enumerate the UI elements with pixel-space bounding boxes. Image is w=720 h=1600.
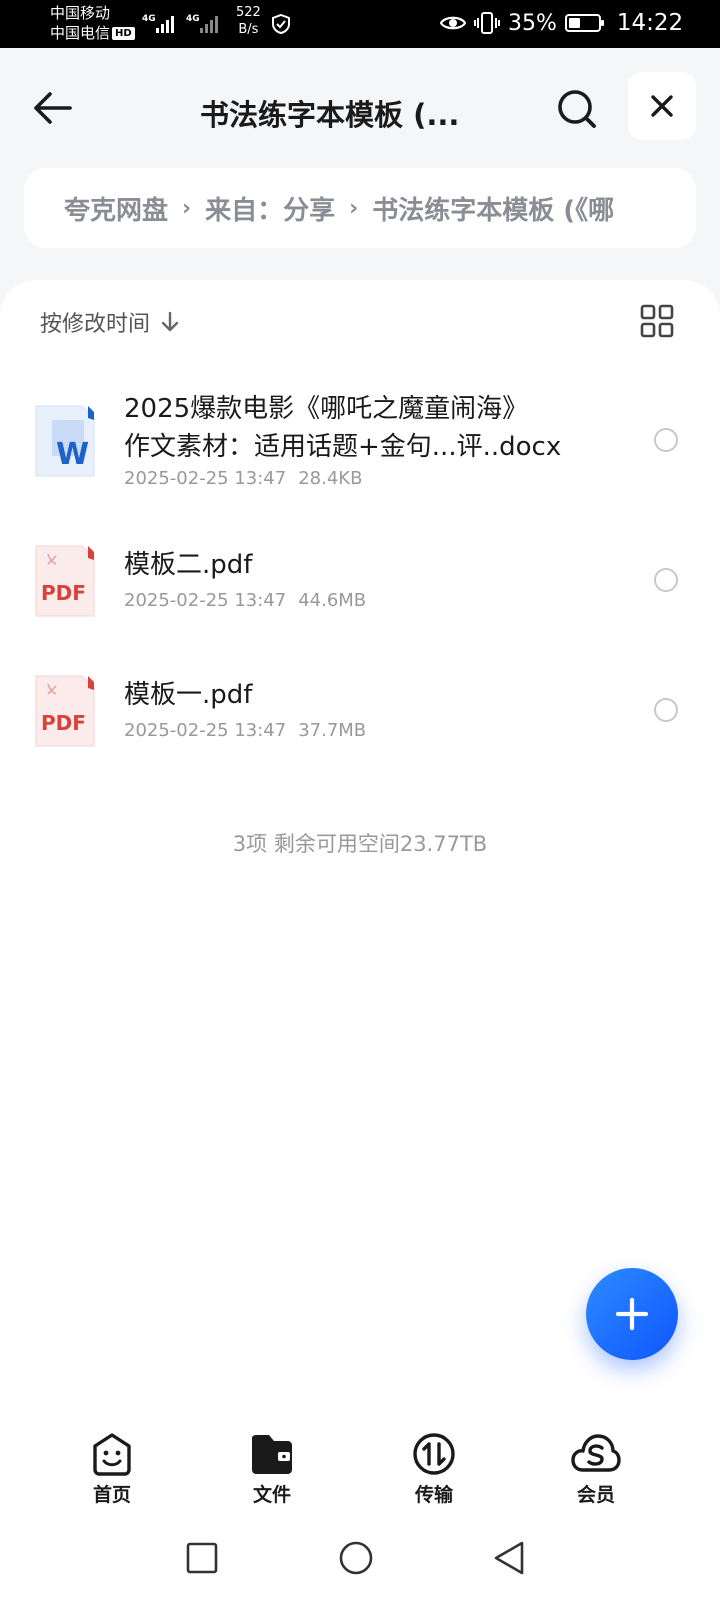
breadcrumb: 夸克网盘 › 来自：分享 › 书法练字本模板 (《哪 [24, 168, 696, 248]
arrow-down-icon [161, 311, 179, 332]
close-button[interactable] [628, 72, 696, 140]
eye-icon [440, 16, 466, 30]
carrier-info: 中国移动 中国电信 HD [50, 3, 135, 43]
close-icon [651, 95, 673, 117]
battery-icon [564, 14, 604, 32]
net-type-2: 4G [186, 14, 200, 24]
select-checkbox[interactable] [654, 428, 678, 452]
plus-icon [615, 1297, 649, 1331]
vip-cloud-icon [571, 1434, 621, 1472]
file-meta: 2025-02-25 13:47 37.7MB [124, 720, 367, 741]
breadcrumb-item-share[interactable]: 来自：分享 [205, 190, 335, 227]
word-file-icon: W [35, 405, 95, 477]
nav-item-files[interactable]: 文件 [222, 1432, 322, 1507]
sort-button[interactable]: 按修改时间 [40, 306, 180, 338]
carrier-1: 中国移动 [50, 4, 111, 22]
sort-label: 按修改时间 [40, 312, 151, 337]
status-bar: 中国移动 中国电信 HD 4G 4G 522 B/s 35% 14:22 [0, 0, 720, 48]
net-type-1: 4G [142, 14, 156, 24]
battery-percent: 35% [508, 10, 557, 36]
recents-square-icon[interactable] [186, 1542, 218, 1574]
pdf-file-icon: PDF [35, 545, 95, 617]
bottom-navigation: 首页 文件 传输 会员 [0, 1418, 720, 1508]
svg-text:PDF: PDF [41, 581, 86, 605]
nav-item-home[interactable]: 首页 [62, 1432, 162, 1507]
network-speed: 522 B/s [236, 5, 261, 37]
file-meta: 2025-02-25 13:47 44.6MB [124, 590, 367, 611]
file-meta: 2025-02-25 13:47 28.4KB [124, 468, 363, 489]
transfer-icon [413, 1433, 455, 1475]
search-icon[interactable] [556, 88, 600, 132]
file-list-item[interactable]: W 2025爆款电影《哪吒之魔童闹海》 作文素材：适用话题+金句...评..do… [0, 390, 720, 510]
file-list-item[interactable]: PDF 模板一.pdf 2025-02-25 13:47 37.7MB [0, 674, 720, 754]
file-list-panel: 按修改时间 W 2025爆款电影《哪吒之魔童闹海》 作文素材：适用话题+金句..… [0, 280, 720, 1600]
file-name: 模板一.pdf [124, 680, 253, 710]
storage-summary: 3项 剩余可用空间23.77TB [232, 832, 488, 856]
shield-icon [272, 13, 290, 35]
pdf-file-icon: PDF [35, 675, 95, 747]
clock: 14:22 [616, 10, 684, 36]
carrier-2: 中国电信 [50, 24, 111, 42]
grid-view-icon[interactable] [640, 304, 674, 338]
chevron-right-icon: › [182, 195, 192, 221]
signal-strength-icon-2: 4G [186, 14, 218, 33]
select-checkbox[interactable] [654, 568, 678, 592]
home-smile-icon [93, 1433, 131, 1476]
back-arrow-icon[interactable] [30, 88, 74, 128]
breadcrumb-item-current[interactable]: 书法练字本模板 (《哪 [372, 190, 614, 227]
hd-badge: HD [112, 27, 135, 40]
back-triangle-icon[interactable] [492, 1540, 526, 1576]
signal-strength-icon-1: 4G [142, 14, 174, 33]
chevron-right-icon: › [349, 195, 359, 221]
page-title: 书法练字本模板 (... [200, 98, 460, 132]
folder-icon [252, 1435, 292, 1474]
nav-item-vip[interactable]: 会员 [546, 1432, 646, 1507]
svg-text:PDF: PDF [41, 711, 86, 735]
file-name: 2025爆款电影《哪吒之魔童闹海》 作文素材：适用话题+金句...评..docx [124, 394, 562, 462]
vibrate-icon [474, 12, 500, 34]
select-checkbox[interactable] [654, 698, 678, 722]
svg-text:W: W [56, 437, 89, 472]
file-list-item[interactable]: PDF 模板二.pdf 2025-02-25 13:47 44.6MB [0, 544, 720, 624]
system-navigation-bar [0, 1534, 720, 1590]
top-app-bar: 书法练字本模板 (... [0, 48, 720, 166]
add-button[interactable] [586, 1268, 678, 1360]
file-name: 模板二.pdf [124, 550, 253, 580]
home-circle-icon[interactable] [338, 1540, 374, 1576]
breadcrumb-item-root[interactable]: 夸克网盘 [64, 190, 168, 227]
nav-item-transfer[interactable]: 传输 [384, 1432, 484, 1507]
